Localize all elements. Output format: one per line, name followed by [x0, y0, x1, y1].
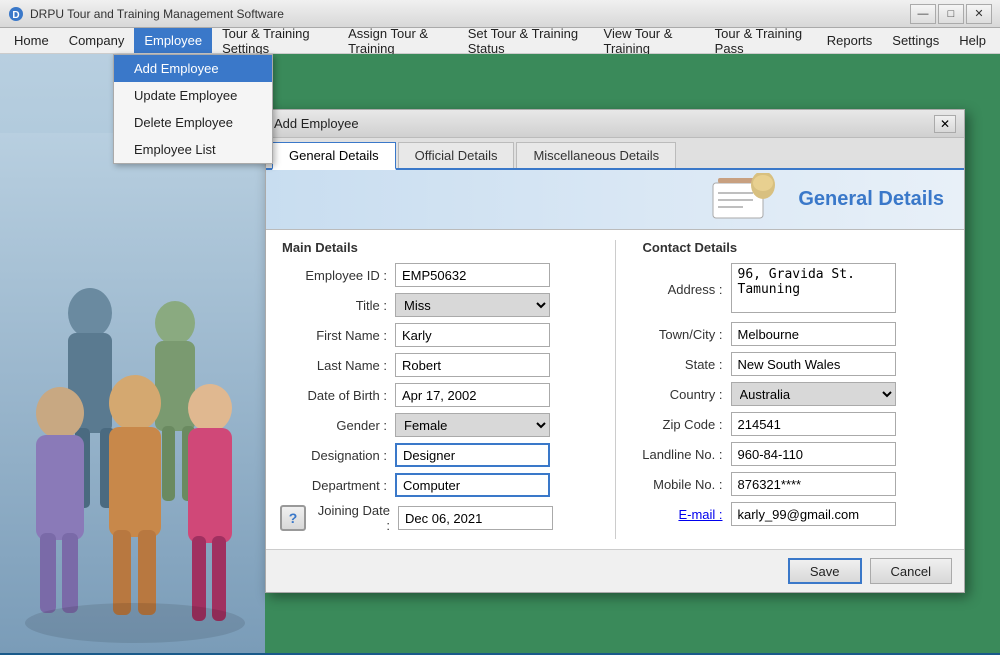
- landline-row: Landline No. :: [641, 442, 951, 466]
- town-input[interactable]: [731, 322, 896, 346]
- country-select[interactable]: Australia USA UK India: [731, 382, 896, 406]
- dialog-header: General Details: [266, 170, 964, 230]
- designation-label: Designation :: [280, 448, 395, 463]
- dob-input[interactable]: [395, 383, 550, 407]
- first-name-row: First Name :: [280, 323, 590, 347]
- tab-miscellaneous-details[interactable]: Miscellaneous Details: [516, 142, 676, 168]
- mobile-row: Mobile No. :: [641, 472, 951, 496]
- menu-view-tour[interactable]: View Tour & Training: [594, 28, 705, 53]
- dialog-title: Add Employee: [274, 116, 359, 131]
- menu-help[interactable]: Help: [949, 28, 996, 53]
- title-label: Title :: [280, 298, 395, 313]
- cancel-button[interactable]: Cancel: [870, 558, 952, 584]
- title-select[interactable]: Miss Mr Mrs Dr: [395, 293, 550, 317]
- menu-bar: Home Company Employee Tour & Training Se…: [0, 28, 1000, 54]
- dialog-title-bar: Add Employee ✕: [266, 110, 964, 138]
- town-label: Town/City :: [641, 327, 731, 342]
- landline-input[interactable]: [731, 442, 896, 466]
- town-row: Town/City :: [641, 322, 951, 346]
- menu-company[interactable]: Company: [59, 28, 135, 53]
- title-row: Title : Miss Mr Mrs Dr: [280, 293, 590, 317]
- joining-date-row: ? Joining Date :: [280, 503, 590, 533]
- menu-reports[interactable]: Reports: [817, 28, 883, 53]
- address-row: Address : 96, Gravida St. Tamuning: [641, 263, 951, 316]
- address-input[interactable]: 96, Gravida St. Tamuning: [731, 263, 896, 313]
- employee-id-input[interactable]: [395, 263, 550, 287]
- menu-settings[interactable]: Settings: [882, 28, 949, 53]
- first-name-label: First Name :: [280, 328, 395, 343]
- title-bar: D DRPU Tour and Training Management Soft…: [0, 0, 1000, 28]
- contact-details-section: Contact Details Address : 96, Gravida St…: [641, 240, 951, 539]
- tab-official-details[interactable]: Official Details: [398, 142, 515, 168]
- designation-row: Designation :: [280, 443, 590, 467]
- state-row: State :: [641, 352, 951, 376]
- email-label[interactable]: E-mail :: [641, 507, 731, 522]
- menu-employee[interactable]: Employee: [134, 28, 212, 53]
- gender-label: Gender :: [280, 418, 395, 433]
- department-label: Department :: [280, 478, 395, 493]
- employee-id-row: Employee ID :: [280, 263, 590, 287]
- dropdown-update-employee[interactable]: Update Employee: [114, 82, 272, 109]
- menu-tour-settings[interactable]: Tour & Training Settings: [212, 28, 338, 53]
- contact-details-title: Contact Details: [641, 240, 951, 255]
- help-button[interactable]: ?: [280, 505, 306, 531]
- landline-label: Landline No. :: [641, 447, 731, 462]
- employee-dropdown: Add Employee Update Employee Delete Empl…: [113, 54, 273, 164]
- main-details-title: Main Details: [280, 240, 590, 255]
- header-icon: [708, 173, 778, 226]
- app-window: D DRPU Tour and Training Management Soft…: [0, 0, 1000, 655]
- dropdown-delete-employee[interactable]: Delete Employee: [114, 109, 272, 136]
- gender-select[interactable]: Female Male Other: [395, 413, 550, 437]
- joining-date-label: Joining Date :: [312, 503, 398, 533]
- first-name-input[interactable]: [395, 323, 550, 347]
- add-employee-dialog: Add Employee ✕ General Details Official …: [265, 109, 965, 593]
- form-area: Main Details Employee ID : Title : Miss …: [266, 230, 964, 549]
- department-input[interactable]: [395, 473, 550, 497]
- zip-input[interactable]: [731, 412, 896, 436]
- email-input[interactable]: [731, 502, 896, 526]
- dialog-close-button[interactable]: ✕: [934, 115, 956, 133]
- save-button[interactable]: Save: [788, 558, 862, 584]
- zip-label: Zip Code :: [641, 417, 731, 432]
- email-row: E-mail :: [641, 502, 951, 526]
- svg-text:D: D: [12, 10, 19, 21]
- menu-set-status[interactable]: Set Tour & Training Status: [458, 28, 594, 53]
- dob-row: Date of Birth :: [280, 383, 590, 407]
- department-row: Department :: [280, 473, 590, 497]
- app-title: DRPU Tour and Training Management Softwa…: [30, 7, 284, 21]
- mobile-input[interactable]: [731, 472, 896, 496]
- menu-tour-pass[interactable]: Tour & Training Pass: [705, 28, 817, 53]
- gender-row: Gender : Female Male Other: [280, 413, 590, 437]
- joining-date-input[interactable]: [398, 506, 553, 530]
- close-button[interactable]: ✕: [966, 4, 992, 24]
- last-name-input[interactable]: [395, 353, 550, 377]
- main-details-section: Main Details Employee ID : Title : Miss …: [280, 240, 590, 539]
- maximize-button[interactable]: □: [938, 4, 964, 24]
- dialog-footer: Save Cancel: [266, 549, 964, 592]
- zip-row: Zip Code :: [641, 412, 951, 436]
- country-row: Country : Australia USA UK India: [641, 382, 951, 406]
- designation-input[interactable]: [395, 443, 550, 467]
- dialog-header-title: General Details: [798, 188, 944, 211]
- tab-general-details[interactable]: General Details: [272, 142, 396, 170]
- employee-id-label: Employee ID :: [280, 268, 395, 283]
- window-controls: — □ ✕: [910, 4, 992, 24]
- mobile-label: Mobile No. :: [641, 477, 731, 492]
- menu-home[interactable]: Home: [4, 28, 59, 53]
- state-label: State :: [641, 357, 731, 372]
- last-name-row: Last Name :: [280, 353, 590, 377]
- dob-label: Date of Birth :: [280, 388, 395, 403]
- app-icon: D: [8, 6, 24, 22]
- state-input[interactable]: [731, 352, 896, 376]
- section-divider: [615, 240, 616, 539]
- last-name-label: Last Name :: [280, 358, 395, 373]
- dialog-tabs: General Details Official Details Miscell…: [266, 138, 964, 170]
- dropdown-employee-list[interactable]: Employee List: [114, 136, 272, 163]
- dropdown-add-employee[interactable]: Add Employee: [114, 55, 272, 82]
- address-label: Address :: [641, 282, 731, 297]
- menu-assign[interactable]: Assign Tour & Training: [338, 28, 458, 53]
- country-label: Country :: [641, 387, 731, 402]
- dialog-content: General Details Main Details Employee ID…: [266, 170, 964, 592]
- minimize-button[interactable]: —: [910, 4, 936, 24]
